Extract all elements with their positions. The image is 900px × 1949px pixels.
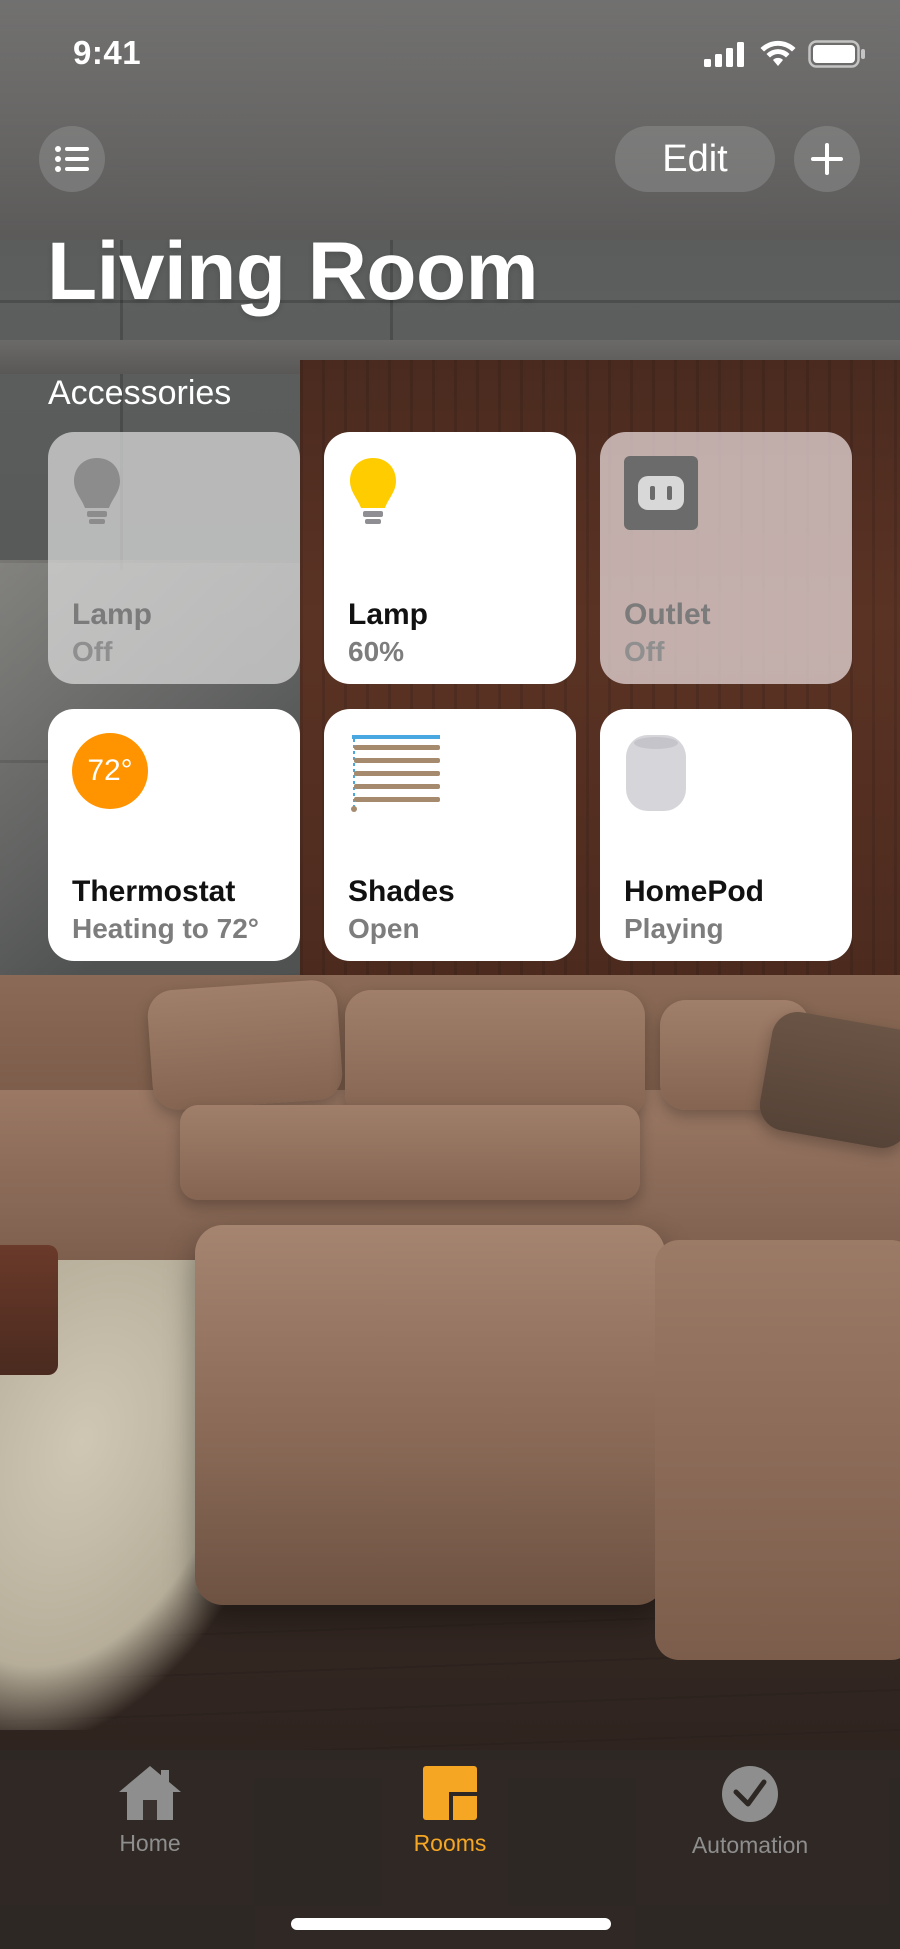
page-title: Living Room <box>47 226 539 317</box>
status-icons <box>704 40 866 68</box>
tile-state: Off <box>624 636 665 667</box>
section-title-accessories: Accessories <box>48 374 232 412</box>
tile-name: Lamp <box>348 598 429 631</box>
tile-name: HomePod <box>624 875 765 908</box>
home-indicator[interactable] <box>291 1918 611 1930</box>
accessory-tile-lamp-off[interactable]: Lamp Off <box>48 432 300 684</box>
tab-rooms[interactable]: Rooms <box>350 1764 550 1884</box>
wifi-icon <box>760 40 796 66</box>
status-time: 9:41 <box>73 34 142 71</box>
tile-name: Shades <box>348 875 455 908</box>
rooms-icon <box>423 1766 477 1820</box>
accessory-tile-outlet[interactable]: Outlet Off <box>600 432 852 684</box>
tile-state: Open <box>348 913 420 944</box>
tab-home[interactable]: Home <box>50 1764 250 1884</box>
tile-state: Playing <box>624 913 724 944</box>
list-icon <box>55 146 89 172</box>
tile-name: Lamp <box>72 598 153 631</box>
edit-button[interactable]: Edit <box>615 126 775 192</box>
tile-name: Outlet <box>624 598 711 631</box>
tile-state: Heating to 72° <box>72 913 260 944</box>
tab-label: Automation <box>691 1832 809 1858</box>
accessory-tile-homepod[interactable]: HomePod Playing <box>600 709 852 961</box>
tab-automation[interactable]: Automation <box>650 1764 850 1884</box>
house-icon <box>119 1766 181 1820</box>
accessory-tile-shades[interactable]: Shades Open <box>324 709 576 961</box>
tile-state: 60% <box>348 636 405 667</box>
lightbulb-off-icon <box>74 458 120 524</box>
lightbulb-on-icon <box>350 458 396 524</box>
clock-check-icon <box>722 1766 778 1822</box>
status-bar: 9:41 <box>0 0 900 100</box>
add-button[interactable] <box>794 126 860 192</box>
thermostat-icon: 72° <box>72 733 148 809</box>
shades-icon <box>351 735 440 812</box>
outlet-icon <box>624 456 698 530</box>
accessory-tile-thermostat[interactable]: 72° Thermostat Heating to 72° <box>48 709 300 961</box>
tab-label: Home <box>119 1830 181 1856</box>
tile-name: Thermostat <box>72 875 236 908</box>
accessory-tile-lamp-on[interactable]: Lamp 60% <box>324 432 576 684</box>
menu-button[interactable] <box>39 126 105 192</box>
homepod-icon <box>626 735 686 811</box>
tile-state: Off <box>72 636 113 667</box>
home-app-screen: 9:41 Edit Living Room Accessories Lamp O… <box>0 0 900 1949</box>
cellular-signal-icon <box>704 42 744 67</box>
plus-icon <box>811 143 843 175</box>
tab-label: Rooms <box>413 1830 487 1856</box>
battery-icon <box>808 40 865 68</box>
